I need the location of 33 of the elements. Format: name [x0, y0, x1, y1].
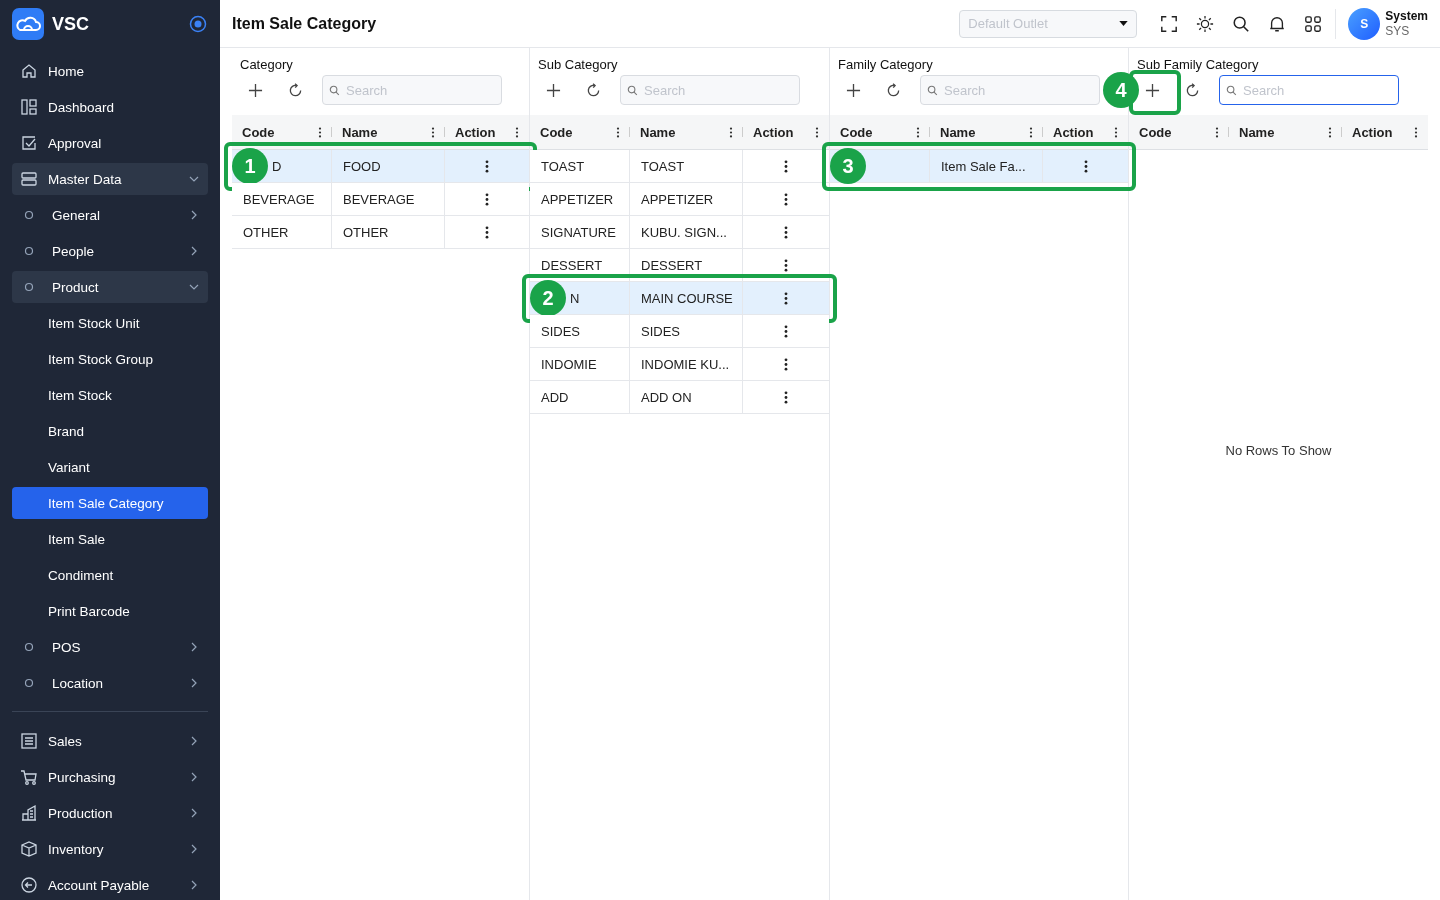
table-cell: TOAST: [641, 158, 685, 174]
table-cell: APPETIZER: [541, 191, 614, 207]
table-cell: ADD ON: [641, 389, 692, 405]
table-cell: INDOMIE KU...: [641, 356, 730, 372]
table-cell: KUBU. SIGN...: [641, 224, 727, 240]
table-cell: OTHER: [243, 224, 289, 240]
table-cell: TOAST: [541, 158, 585, 174]
table-cell: Item Sale Fa...: [941, 158, 1026, 174]
table-cell: N: [570, 290, 580, 306]
user-name: System: [1385, 8, 1428, 24]
panel-title: Sub Category: [538, 56, 619, 73]
panel-title: Category: [240, 56, 294, 73]
user-code: SYS: [1385, 23, 1411, 39]
table-cell: ADD: [541, 389, 569, 405]
brand-name: VSC: [52, 13, 90, 35]
page-title: Item Sale Category: [232, 14, 378, 33]
table-cell: FOOD: [343, 158, 381, 174]
callout-number: 4: [1103, 72, 1139, 108]
table-cell: MAIN COURSE: [641, 290, 733, 306]
table-cell: OTHER: [343, 224, 389, 240]
table-cell: SIDES: [541, 323, 580, 339]
table-cell: INDOMIE: [541, 356, 597, 372]
table-cell: DESSERT: [541, 257, 603, 273]
panel-title: Sub Family Category: [1137, 56, 1260, 73]
panel-title: Family Category: [838, 56, 934, 73]
table-cell: BEVERAGE: [243, 191, 315, 207]
table-cell: SIDES: [641, 323, 680, 339]
table-cell: D: [272, 158, 282, 174]
table-cell: SIGNATURE: [541, 224, 616, 240]
table-cell: DESSERT: [641, 257, 703, 273]
empty-message: No Rows To Show: [1225, 442, 1332, 458]
table-cell: APPETIZER: [641, 191, 714, 207]
table-cell: BEVERAGE: [343, 191, 415, 207]
